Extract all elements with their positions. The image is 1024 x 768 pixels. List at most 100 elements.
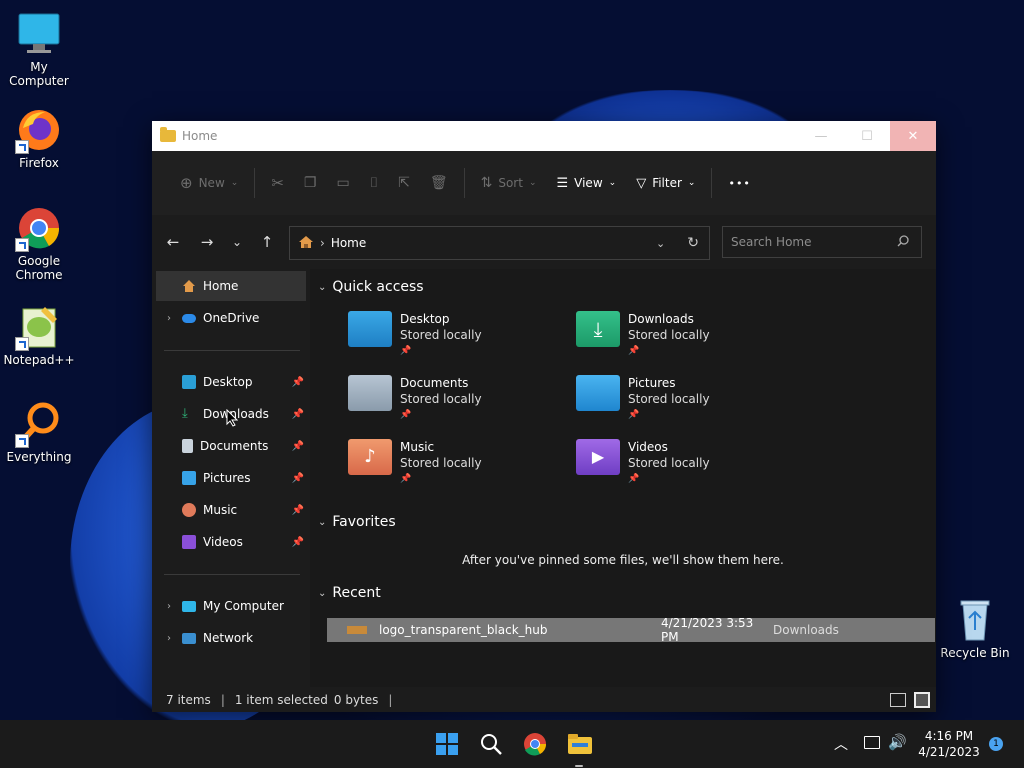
chevron-down-icon: ⌄	[528, 178, 537, 188]
desktop-icon-firefox[interactable]: Firefox	[1, 106, 77, 170]
chevron-down-icon: ⌄	[318, 281, 327, 293]
firefox-icon	[15, 106, 63, 154]
quick-access-pictures[interactable]: Pictures Stored locally 📌	[576, 375, 796, 431]
navigation-pane: Home › OneDrive Desktop 📌 ⤓ Downloads 📌 …	[152, 269, 310, 687]
quick-access-downloads[interactable]: ⤓ Downloads Stored locally 📌	[576, 311, 796, 367]
selection-size: 0 bytes	[333, 692, 379, 707]
notification-badge[interactable]: 1	[989, 737, 1003, 751]
sidebar-divider	[164, 350, 300, 351]
video-icon	[182, 535, 196, 549]
delete-button[interactable]: 🗑	[420, 167, 458, 199]
scissors-icon: ✂	[271, 174, 284, 192]
copy-button[interactable]: ❐	[294, 167, 327, 199]
plus-circle-icon: ⊕	[180, 174, 193, 192]
sidebar-item-pictures[interactable]: Pictures 📌	[156, 463, 306, 493]
items-count: 7 items	[166, 692, 211, 707]
chevron-right-icon[interactable]: ›	[156, 633, 182, 644]
breadcrumb-separator: ›	[320, 236, 325, 250]
forward-button[interactable]: →	[190, 233, 224, 251]
magnifier-icon	[15, 400, 63, 448]
recent-file-row[interactable]: logo_transparent_black_hub 4/21/2023 3:5…	[327, 616, 935, 644]
start-windows-icon[interactable]	[435, 732, 459, 756]
sidebar-item-desktop[interactable]: Desktop 📌	[156, 367, 306, 397]
folder-icon	[160, 127, 176, 142]
volume-icon[interactable]: 🔊	[888, 733, 907, 751]
desktop-folder-icon	[182, 375, 196, 389]
recent-locations-button[interactable]: ⌄	[224, 235, 250, 249]
pin-icon[interactable]: 📌	[292, 505, 304, 516]
file-explorer-icon[interactable]	[567, 732, 592, 756]
pin-icon[interactable]: 📌	[292, 409, 304, 420]
new-button[interactable]: ⊕ New ⌄	[170, 167, 248, 199]
address-bar[interactable]: › Home ⌄ ↻	[289, 226, 710, 260]
close-button[interactable]: ✕	[890, 121, 936, 151]
desktop-icon-everything[interactable]: Everything	[1, 400, 77, 464]
downloads-folder-icon: ⤓	[576, 311, 620, 347]
pin-icon: 📌	[400, 346, 412, 356]
network-status-icon[interactable]	[864, 736, 880, 749]
music-note-icon	[182, 503, 196, 517]
desktop-icon-label: Notepad++	[3, 353, 75, 367]
desktop-folder-icon	[348, 311, 392, 347]
details-view-icon[interactable]	[890, 692, 906, 707]
pin-icon[interactable]: 📌	[292, 537, 304, 548]
desktop-icon-notepadpp[interactable]: Notepad++	[1, 303, 77, 367]
more-options-button[interactable]: •••	[718, 167, 760, 199]
paste-button[interactable]: ▭	[326, 167, 359, 199]
desktop-icon-chrome[interactable]: Google Chrome	[1, 204, 77, 282]
sidebar-item-music[interactable]: Music 📌	[156, 495, 306, 525]
chevron-down-icon[interactable]: ⌄	[656, 237, 665, 250]
view-button[interactable]: ☰ View ⌄	[547, 167, 627, 199]
chevron-up-icon[interactable]: ︿	[834, 734, 848, 754]
up-button[interactable]: ↑	[250, 233, 284, 251]
breadcrumb-home[interactable]: Home	[331, 236, 366, 250]
desktop-icon-recycle-bin[interactable]: Recycle Bin	[937, 596, 1013, 660]
recent-header[interactable]: ⌄ Recent	[318, 585, 381, 601]
sidebar-item-documents[interactable]: Documents 📌	[156, 431, 306, 461]
shortcut-arrow-icon	[15, 140, 29, 154]
tiles-view-icon[interactable]	[914, 691, 930, 708]
refresh-icon[interactable]: ↻	[687, 235, 699, 251]
quick-access-header[interactable]: ⌄ Quick access	[318, 279, 424, 295]
chevron-right-icon[interactable]: ›	[156, 313, 182, 324]
quick-access-music[interactable]: ♪ Music Stored locally 📌	[348, 439, 568, 495]
rename-button[interactable]: ⌷	[360, 167, 388, 199]
image-file-icon	[347, 626, 367, 634]
chrome-icon	[15, 204, 63, 252]
cut-button[interactable]: ✂	[261, 167, 294, 199]
sidebar-item-my-computer[interactable]: › My Computer	[156, 591, 306, 621]
maximize-button[interactable]: ☐	[844, 121, 890, 151]
sidebar-item-onedrive[interactable]: › OneDrive	[156, 303, 306, 333]
chrome-icon[interactable]	[523, 732, 547, 756]
pin-icon[interactable]: 📌	[292, 441, 304, 452]
chevron-right-icon[interactable]: ›	[156, 601, 182, 612]
search-input[interactable]: Search Home	[731, 235, 811, 249]
title-bar[interactable]: Home — ☐ ✕	[152, 121, 936, 151]
sidebar-item-videos[interactable]: Videos 📌	[156, 527, 306, 557]
sidebar-item-home[interactable]: Home	[156, 271, 306, 301]
quick-access-desktop[interactable]: Desktop Stored locally 📌	[348, 311, 568, 367]
filter-button[interactable]: ▽ Filter ⌄	[626, 167, 705, 199]
desktop-icon-label: My Computer	[9, 60, 69, 88]
network-icon	[182, 632, 196, 644]
clock[interactable]: 4:16 PM 4/21/2023	[915, 728, 983, 760]
toolbar-separator	[711, 168, 713, 198]
quick-access-documents[interactable]: Documents Stored locally 📌	[348, 375, 568, 431]
pin-icon[interactable]: 📌	[292, 473, 304, 484]
share-button[interactable]: ⇱	[388, 167, 420, 199]
back-button[interactable]: ←	[156, 233, 190, 251]
pin-icon[interactable]: 📌	[292, 377, 304, 388]
favorites-empty-message: After you've pinned some files, we'll sh…	[462, 553, 784, 567]
file-date: 4/21/2023 3:53 PM	[661, 616, 754, 644]
favorites-header[interactable]: ⌄ Favorites	[318, 514, 396, 530]
status-bar: 7 items | 1 item selected 0 bytes |	[152, 687, 936, 712]
search-box[interactable]: Search Home	[722, 226, 922, 258]
search-icon[interactable]	[479, 732, 503, 756]
quick-access-videos[interactable]: ▶ Videos Stored locally 📌	[576, 439, 796, 495]
sort-button[interactable]: ⇅ Sort ⌄	[471, 167, 547, 199]
desktop-icon-my-computer[interactable]: My Computer	[1, 10, 77, 88]
sidebar-item-network[interactable]: › Network	[156, 623, 306, 653]
clock-date: 4/21/2023	[918, 745, 980, 759]
sidebar-divider	[164, 574, 300, 575]
minimize-button[interactable]: —	[798, 121, 844, 151]
